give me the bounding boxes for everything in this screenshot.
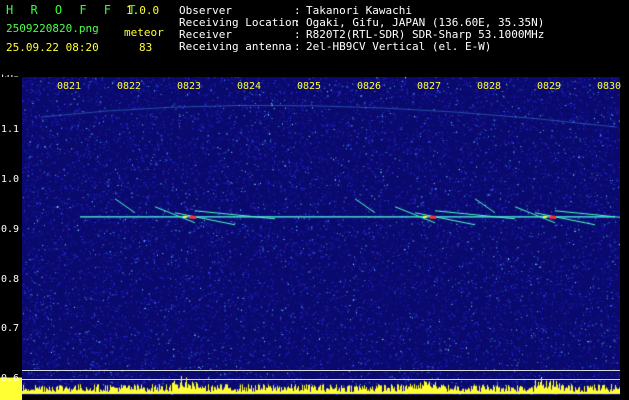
y-tick-label: 0.6	[1, 373, 20, 384]
field-observer-value: Takanori Kawachi	[306, 4, 412, 17]
file-name: 2509220820.png	[6, 22, 99, 35]
x-tick-label: 0827	[417, 81, 442, 92]
y-tick-label: 0.9	[1, 224, 20, 235]
field-location-value: Ogaki, Gifu, JAPAN (136.60E, 35.35N)	[306, 16, 545, 29]
x-tick-label: 0828	[477, 81, 502, 92]
field-antenna-value: 2el-HB9CV Vertical (el. E-W)	[306, 40, 492, 53]
meteor-count: 83	[139, 41, 153, 54]
field-location-key: Receiving Location	[179, 16, 299, 29]
field-observer-key: Observer	[179, 4, 232, 17]
field-antenna-sep: :	[294, 40, 301, 53]
field-location-sep: :	[294, 16, 301, 29]
x-tick-label: 0830	[597, 81, 622, 92]
app-version: 1.0.0	[126, 4, 160, 17]
x-tick-label: 0824	[237, 81, 262, 92]
x-tick-label: 0829	[537, 81, 562, 92]
x-tick-label: 0822	[117, 81, 142, 92]
x-tick-label: 0825	[297, 81, 322, 92]
reference-line	[22, 370, 620, 371]
meteor-label: meteor	[124, 26, 164, 39]
x-tick-label: 0823	[177, 81, 202, 92]
field-antenna-key: Receiving antenna	[179, 40, 292, 53]
spectrogram-plot	[22, 77, 620, 395]
field-observer-sep: :	[294, 4, 301, 17]
x-tick-label: 0826	[357, 81, 382, 92]
y-tick-label: 0.8	[1, 274, 20, 285]
x-tick-label: 0821	[57, 81, 82, 92]
y-tick-label: 0.7	[1, 323, 20, 334]
reference-line	[22, 379, 620, 380]
date-time: 25.09.22 08:20	[6, 41, 99, 54]
field-receiver-sep: :	[294, 28, 301, 41]
field-receiver-value: R820T2(RTL-SDR) SDR-Sharp 53.1000MHz	[306, 28, 545, 41]
y-tick-label: 1.0	[1, 174, 20, 185]
field-receiver-key: Receiver	[179, 28, 232, 41]
hrofft-window: H R O F F T 1.0.0 2509220820.png meteor …	[0, 0, 629, 400]
y-tick-label: 1.1	[1, 124, 20, 135]
app-title: H R O F F T	[6, 3, 141, 17]
